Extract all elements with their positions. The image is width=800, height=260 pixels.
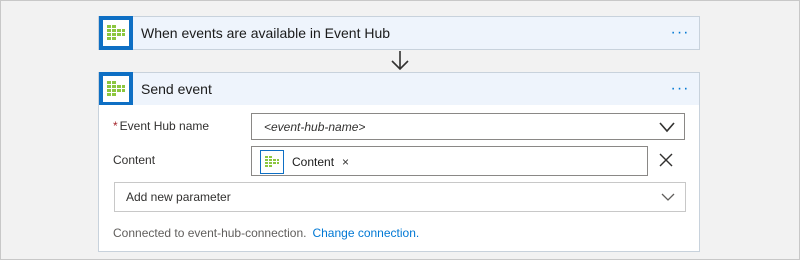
add-new-parameter-dropdown[interactable]: Add new parameter — [114, 182, 686, 212]
chevron-down-icon — [661, 193, 675, 201]
content-label: Content — [113, 153, 156, 167]
token-label: Content — [292, 155, 335, 169]
action-title: Send event — [141, 81, 212, 97]
chevron-down-icon — [659, 121, 675, 132]
event-hub-name-label: * Event Hub name — [113, 119, 209, 133]
add-new-parameter-label: Add new parameter — [126, 190, 231, 204]
close-icon[interactable] — [655, 149, 677, 171]
event-hub-name-value: <event-hub-name> — [264, 119, 366, 134]
connection-footer: Connected to event-hub-connection. Change… — [113, 226, 419, 240]
dynamic-content-token[interactable]: Content × — [260, 149, 350, 175]
more-options-icon[interactable]: ··· — [665, 80, 695, 98]
token-remove-icon[interactable]: × — [342, 155, 349, 169]
arrow-down-icon — [391, 51, 409, 71]
event-hub-icon — [99, 16, 133, 50]
change-connection-link[interactable]: Change connection. — [312, 226, 419, 240]
event-hub-name-dropdown[interactable]: <event-hub-name> — [251, 113, 685, 140]
content-field[interactable]: Content × — [251, 146, 648, 176]
connection-status-text: Connected to event-hub-connection. — [113, 226, 307, 240]
event-hub-icon — [260, 150, 284, 174]
more-options-icon[interactable]: ··· — [665, 24, 695, 42]
event-hub-name-label-text: Event Hub name — [119, 119, 210, 133]
event-hub-icon — [99, 72, 133, 106]
trigger-card[interactable]: When events are available in Event Hub ·… — [98, 16, 700, 50]
required-marker: * — [113, 119, 118, 133]
action-card-header[interactable]: Send event ··· — [98, 72, 700, 106]
trigger-title: When events are available in Event Hub — [141, 25, 391, 41]
